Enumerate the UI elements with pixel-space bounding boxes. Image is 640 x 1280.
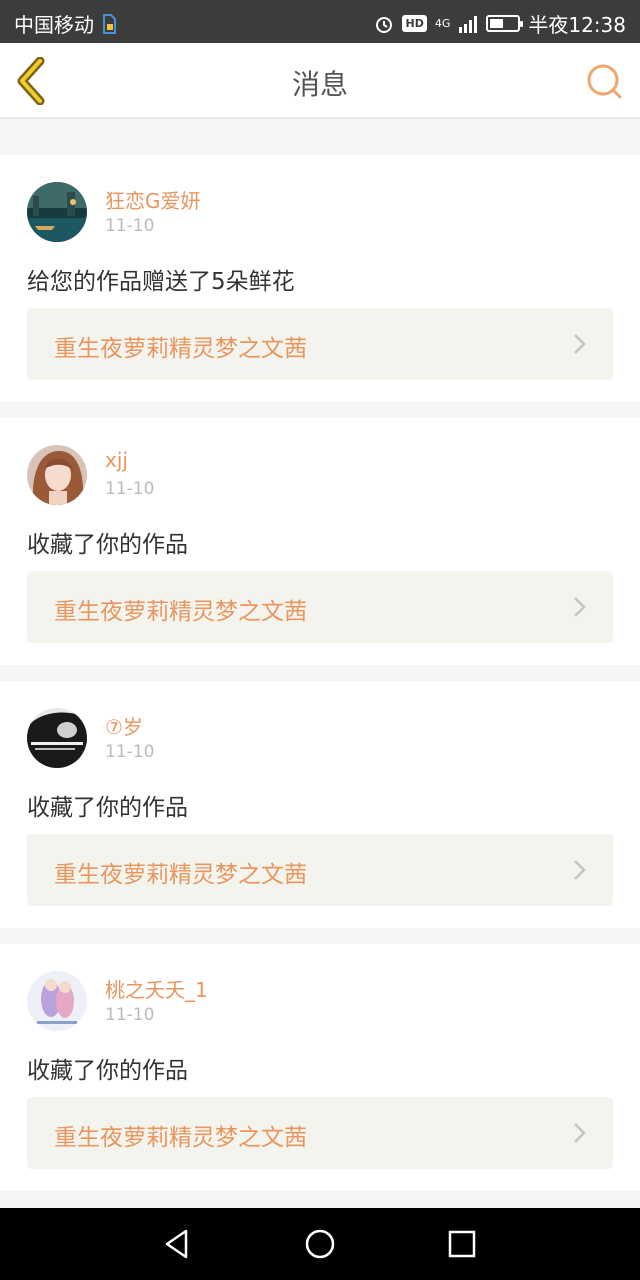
work-title: 重生夜萝莉精灵梦之文茜 bbox=[54, 862, 307, 888]
header: 消息 bbox=[0, 43, 640, 119]
message-action: 给您的作品赠送了5朵鲜花 bbox=[27, 269, 295, 295]
divider bbox=[0, 402, 640, 418]
square-recents-icon[interactable] bbox=[444, 1226, 480, 1262]
avatar[interactable] bbox=[27, 708, 87, 768]
message-date: 11-10 bbox=[105, 742, 155, 762]
battery-icon bbox=[486, 15, 524, 32]
message-card: 桃之夭夭_1 11-10 收藏了你的作品 重生夜萝莉精灵梦之文茜 bbox=[0, 944, 640, 1191]
search-icon[interactable] bbox=[584, 61, 624, 101]
chevron-right-icon bbox=[574, 334, 586, 354]
system-nav-bar bbox=[0, 1208, 640, 1280]
message-action: 收藏了你的作品 bbox=[27, 532, 188, 558]
message-list: 狂恋G爱妍 11-10 给您的作品赠送了5朵鲜花 重生夜萝莉精灵梦之文茜 xjj… bbox=[0, 121, 640, 1207]
message-action: 收藏了你的作品 bbox=[27, 1058, 188, 1084]
message-date: 11-10 bbox=[105, 479, 155, 499]
page-title: 消息 bbox=[291, 68, 348, 101]
username[interactable]: ⑦岁 bbox=[105, 711, 143, 740]
time-label: 半夜12:38 bbox=[528, 13, 626, 37]
divider bbox=[0, 121, 640, 155]
network-label: 4G bbox=[434, 17, 451, 30]
chevron-right-icon bbox=[574, 860, 586, 880]
carrier-label: 中国移动 bbox=[14, 13, 94, 37]
alarm-icon bbox=[376, 16, 393, 33]
divider bbox=[0, 665, 640, 681]
circle-home-icon[interactable] bbox=[302, 1226, 338, 1262]
work-link[interactable]: 重生夜萝莉精灵梦之文茜 bbox=[27, 1097, 613, 1169]
triangle-back-icon[interactable] bbox=[160, 1226, 196, 1262]
avatar[interactable] bbox=[27, 445, 87, 505]
chevron-right-icon bbox=[574, 597, 586, 617]
work-link[interactable]: 重生夜萝莉精灵梦之文茜 bbox=[27, 308, 613, 380]
username[interactable]: xjj bbox=[105, 448, 128, 472]
status-bar: 中国移动 HD 4G 半夜12:38 bbox=[0, 0, 640, 43]
sim-icon bbox=[103, 13, 116, 34]
divider bbox=[0, 928, 640, 944]
divider bbox=[0, 1191, 640, 1207]
battery-level bbox=[490, 19, 504, 28]
work-link[interactable]: 重生夜萝莉精灵梦之文茜 bbox=[27, 571, 613, 643]
work-link[interactable]: 重生夜萝莉精灵梦之文茜 bbox=[27, 834, 613, 906]
message-date: 11-10 bbox=[105, 216, 155, 236]
message-card: ⑦岁 11-10 收藏了你的作品 重生夜萝莉精灵梦之文茜 bbox=[0, 681, 640, 928]
avatar[interactable] bbox=[27, 182, 87, 242]
signal-icon bbox=[459, 15, 478, 33]
avatar[interactable] bbox=[27, 971, 87, 1031]
work-title: 重生夜萝莉精灵梦之文茜 bbox=[54, 336, 307, 362]
username[interactable]: 桃之夭夭_1 bbox=[105, 974, 208, 1003]
work-title: 重生夜萝莉精灵梦之文茜 bbox=[54, 1125, 307, 1151]
message-card: xjj 11-10 收藏了你的作品 重生夜萝莉精灵梦之文茜 bbox=[0, 418, 640, 665]
work-title: 重生夜萝莉精灵梦之文茜 bbox=[54, 599, 307, 625]
message-date: 11-10 bbox=[105, 1005, 155, 1025]
message-card: 狂恋G爱妍 11-10 给您的作品赠送了5朵鲜花 重生夜萝莉精灵梦之文茜 bbox=[0, 155, 640, 402]
username[interactable]: 狂恋G爱妍 bbox=[105, 185, 201, 214]
hd-badge: HD bbox=[402, 15, 427, 32]
message-action: 收藏了你的作品 bbox=[27, 795, 188, 821]
chevron-right-icon bbox=[574, 1123, 586, 1143]
